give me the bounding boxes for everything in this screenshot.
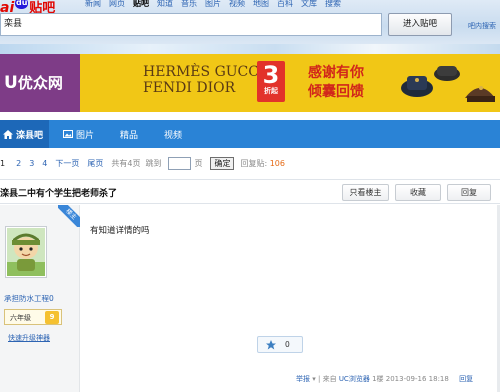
total-pages: 共有4页 xyxy=(111,158,141,168)
page-1: 1 xyxy=(0,158,6,168)
tab-pictures[interactable]: 图片 xyxy=(63,120,94,148)
quick-upgrade-link[interactable]: 快速升级神器 xyxy=(8,333,50,343)
banner-discount-number: 3 xyxy=(262,61,280,89)
enter-tieba-button[interactable]: 进入贴吧 xyxy=(388,13,452,36)
nav-link-news[interactable]: 新闻 xyxy=(85,0,101,9)
banner-slogan-line1: 感谢有你 xyxy=(308,65,364,81)
avatar-image xyxy=(7,228,45,276)
nav-link-zhidao[interactable]: 知道 xyxy=(157,0,173,9)
ad-banner[interactable]: U优众网 HERMÈS GUCCI FENDI DIOR 3 折起 感谢有你 倾… xyxy=(0,54,500,112)
page-2-link[interactable]: 2 xyxy=(16,159,21,168)
level-number: 9 xyxy=(45,311,59,324)
next-page-link[interactable]: 下一页 xyxy=(55,158,79,169)
nav-link-map[interactable]: 地图 xyxy=(253,0,269,9)
op-ribbon: 楼主 xyxy=(58,205,80,227)
page-unit-label: 页 xyxy=(194,158,203,168)
banner-site-name: 优众网 xyxy=(17,74,63,92)
report-arrow-icon: ▾ | xyxy=(312,375,321,383)
in-bar-search-link[interactable]: 吧内搜索 xyxy=(468,21,496,31)
tab-pictures-label: 图片 xyxy=(76,130,95,141)
avatar[interactable] xyxy=(5,226,47,278)
reply-count-prefix: 回复贴: xyxy=(240,158,268,168)
forum-nav-bar: 滦县吧 图片 精品 视频 xyxy=(0,120,500,148)
banner-product-image xyxy=(401,66,495,102)
nav-link-music[interactable]: 音乐 xyxy=(181,0,197,9)
banner-brands-line1: HERMÈS GUCCI xyxy=(143,64,265,80)
tab-video[interactable]: 视频 xyxy=(164,120,182,148)
thread-header: 滦县二中有个学生把老师杀了 只看楼主 收藏 回复 xyxy=(0,179,500,204)
post-content: 有知道详情的吗 xyxy=(90,226,150,236)
favorite-button[interactable]: 收藏 xyxy=(395,184,441,201)
thumb-icon xyxy=(266,340,276,350)
thread-title: 滦县二中有个学生把老师杀了 xyxy=(0,189,118,199)
picture-icon xyxy=(63,130,74,138)
page-3-link[interactable]: 3 xyxy=(29,159,34,168)
banner-brands-line2: FENDI DIOR xyxy=(143,80,236,96)
tab-forum-home[interactable]: 滦县吧 xyxy=(0,120,50,148)
op-ribbon-label: 楼主 xyxy=(58,205,80,227)
like-button[interactable]: 0 xyxy=(257,336,303,353)
nav-link-video[interactable]: 视频 xyxy=(229,0,245,9)
report-link[interactable]: 举报 xyxy=(296,375,310,383)
reply-count-value: 106 xyxy=(269,158,285,168)
username-link[interactable]: 承担防水工程0 xyxy=(4,293,54,304)
source-prefix: 来自 xyxy=(322,375,337,383)
post-reply-link[interactable]: 回复 xyxy=(459,375,473,383)
jump-confirm-button[interactable]: 确定 xyxy=(210,156,235,170)
banner-discount-badge: 3 折起 xyxy=(257,61,285,102)
like-count: 0 xyxy=(285,340,290,349)
banner-slogan-line2: 倾囊回馈 xyxy=(308,84,364,100)
page-4-link[interactable]: 4 xyxy=(42,159,47,168)
top-nav-links: 新闻 网页 贴吧 知道 音乐 图片 视频 地图 百科 文库 搜索 xyxy=(85,0,341,9)
last-page-link[interactable]: 尾页 xyxy=(87,158,103,169)
banner-discount-unit: 折起 xyxy=(264,87,278,95)
nav-link-images[interactable]: 图片 xyxy=(205,0,221,9)
only-op-button[interactable]: 只看楼主 xyxy=(342,184,389,201)
source-link[interactable]: UC浏览器 xyxy=(339,375,370,383)
level-name: 六年级 xyxy=(10,314,31,322)
banner-brands: HERMÈS GUCCI FENDI DIOR xyxy=(143,64,265,96)
tab-forum-home-label: 滦县吧 xyxy=(16,130,44,141)
nav-link-web[interactable]: 网页 xyxy=(109,0,125,9)
sky-decoration xyxy=(0,44,500,54)
nav-link-wenku[interactable]: 文库 xyxy=(301,0,317,9)
nav-link-tieba[interactable]: 贴吧 xyxy=(133,0,149,9)
post-datetime: 2013-09-16 18:18 xyxy=(385,375,449,383)
level-badge[interactable]: 六年级 9 xyxy=(4,309,62,325)
jump-label: 跳到 xyxy=(145,158,162,168)
home-icon xyxy=(3,129,13,139)
floor-number: 1楼 xyxy=(372,375,384,383)
banner-site-logo: U优众网 xyxy=(0,54,80,112)
banner-slogan: 感谢有你 倾囊回馈 xyxy=(308,64,364,102)
nav-link-search[interactable]: 搜索 xyxy=(325,0,341,9)
pagination: 1 2 3 4 下一页 尾页 共有4页 跳到 页 确定 回复贴: 106 xyxy=(0,155,285,171)
reply-button[interactable]: 回复 xyxy=(447,184,491,201)
search-input[interactable]: 栾县 xyxy=(0,13,382,36)
tab-featured[interactable]: 精品 xyxy=(120,120,138,148)
logo-paw-icon: du xyxy=(15,0,29,9)
reply-button-label: 回复 xyxy=(461,188,477,197)
top-search-bar: ai du 贴吧 新闻 网页 贴吧 知道 音乐 图片 视频 地图 百科 文库 搜索 … xyxy=(0,0,500,44)
reply-count-label: 回复贴: 106 xyxy=(240,158,285,169)
jump-page-input[interactable] xyxy=(168,156,192,170)
nav-link-baike[interactable]: 百科 xyxy=(277,0,293,9)
post-meta: 举报 ▾ | 来自 UC浏览器 1楼 2013-09-16 18:18 回复 xyxy=(296,374,473,384)
banner-site-prefix: U xyxy=(4,73,18,93)
